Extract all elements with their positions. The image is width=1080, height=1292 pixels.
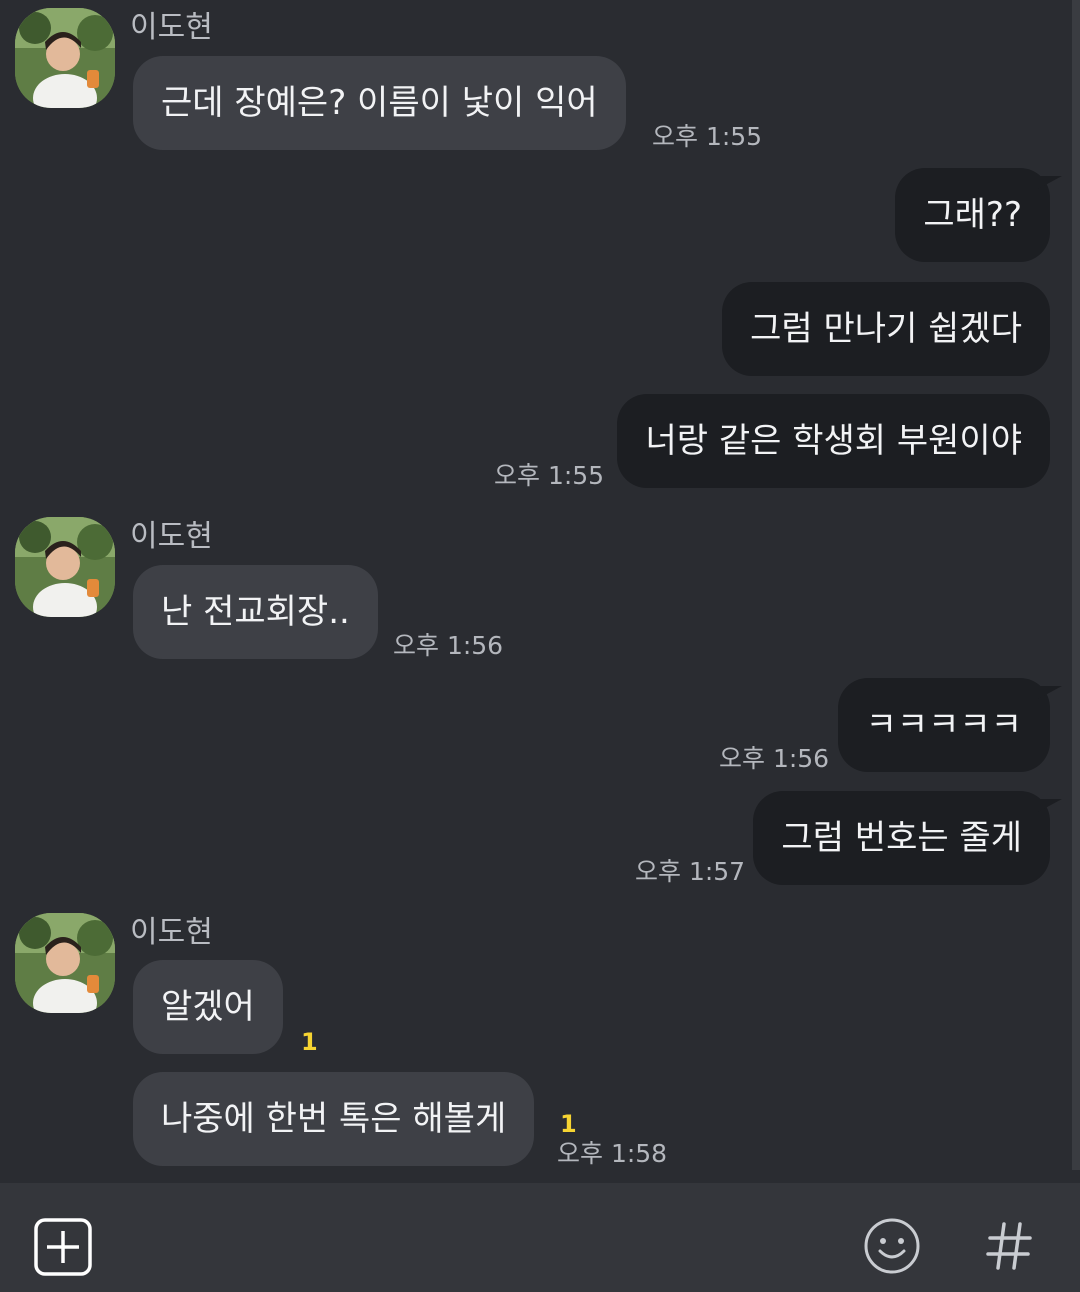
message-bubble[interactable]: 나중에 한번 톡은 해볼게 — [133, 1072, 535, 1166]
unread-count: 1 — [560, 1110, 577, 1138]
message-bubble[interactable]: 그럼 만나기 쉽겠다 — [722, 282, 1050, 376]
message-time: 오후 1:57 — [635, 857, 746, 886]
message-time: 오후 1:58 — [557, 1139, 668, 1168]
profile-photo-icon — [15, 517, 115, 617]
message-bubble[interactable]: ㅋㅋㅋㅋㅋ — [837, 678, 1063, 772]
emoji-icon — [864, 1218, 920, 1274]
plus-icon — [34, 1218, 92, 1276]
profile-photo-icon — [15, 913, 115, 1013]
attach-button[interactable] — [33, 1217, 93, 1277]
message-time: 오후 1:55 — [494, 461, 605, 490]
sender-name: 이도현 — [130, 915, 213, 950]
chat-area[interactable]: 이도현 근데 장예은? 이름이 낯이 익어 오후 1:55 그래?? 그럼 만나… — [0, 0, 1080, 1183]
hashtag-icon — [986, 1222, 1032, 1270]
message-time: 오후 1:55 — [652, 122, 763, 151]
profile-photo-icon — [15, 8, 115, 108]
message-time: 오후 1:56 — [393, 631, 504, 660]
scrollbar[interactable] — [1072, 0, 1080, 1170]
message-bubble[interactable]: 근데 장예은? 이름이 낯이 익어 — [133, 56, 626, 150]
input-bar — [0, 1183, 1080, 1292]
emoji-button[interactable] — [862, 1216, 922, 1276]
hashtag-button[interactable] — [980, 1216, 1040, 1276]
avatar[interactable] — [15, 517, 115, 617]
avatar[interactable] — [15, 913, 115, 1013]
message-bubble[interactable]: 알겠어 — [133, 960, 283, 1054]
avatar[interactable] — [15, 8, 115, 108]
message-bubble[interactable]: 그래?? — [895, 168, 1062, 262]
message-bubble[interactable]: 난 전교회장.. — [133, 565, 378, 659]
message-time: 오후 1:56 — [719, 744, 830, 773]
message-bubble[interactable]: 그럼 번호는 줄게 — [753, 791, 1062, 885]
message-bubble[interactable]: 너랑 같은 학생회 부원이야 — [617, 394, 1050, 488]
unread-count: 1 — [301, 1028, 318, 1056]
sender-name: 이도현 — [130, 519, 213, 554]
sender-name: 이도현 — [130, 10, 213, 45]
